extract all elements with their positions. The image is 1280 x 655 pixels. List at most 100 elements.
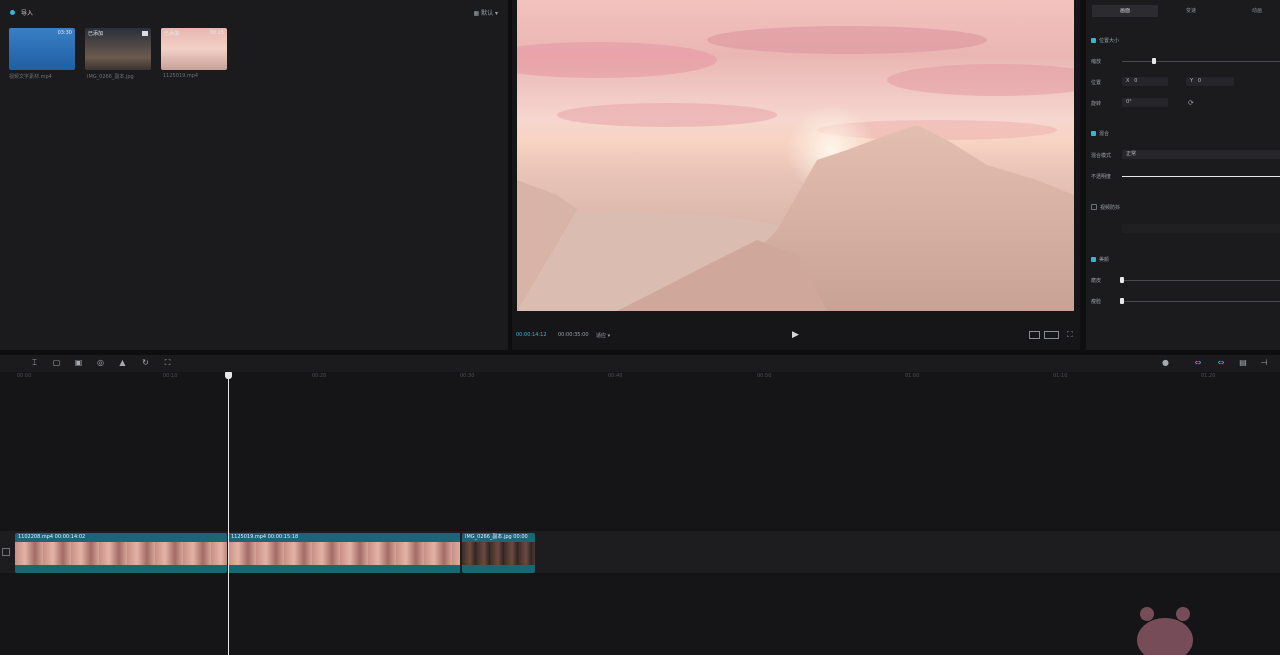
ratio-label: 适应 [596, 333, 607, 339]
thumb-name: 1125019.mp4 [163, 73, 199, 79]
clip-audio [228, 565, 460, 573]
smooth-slider[interactable] [1122, 280, 1280, 281]
thumb-name: IMG_0266_副本.jpg [87, 74, 134, 80]
thin-knob[interactable] [1120, 298, 1124, 304]
section-size[interactable]: 位置大小 [1091, 37, 1119, 44]
snapshot-icon[interactable] [1029, 331, 1040, 339]
mic-icon[interactable]: ● [1161, 358, 1170, 367]
thin-slider[interactable] [1122, 301, 1280, 302]
ruler-tick: 01:20 [1201, 373, 1216, 379]
checkbox-icon [1091, 131, 1096, 136]
mountain-scene [517, 26, 1074, 311]
clip-label: 1125019.mp4 00:00:15:18 [228, 533, 460, 542]
section-adjust-label: 美颜 [1099, 257, 1110, 263]
media-panel: 导入 ▦ 默认 ▾ 03:30 视频文字素材.mp4 已添加 IMG_0266_… [0, 0, 508, 350]
sort-dropdown[interactable]: ▦ 默认 ▾ [473, 8, 498, 17]
checkbox-icon [1091, 38, 1096, 43]
thumb-tag: 已添加 [88, 31, 104, 37]
ratio-dropdown[interactable]: 适应 ▾ [596, 332, 610, 339]
blend-mode-label: 混合模式 [1091, 153, 1112, 159]
rotate-field[interactable]: 0° [1122, 98, 1168, 107]
checkbox-icon [1091, 257, 1096, 262]
rotate-icon[interactable]: ⟳ [1188, 99, 1194, 107]
ruler-tick: 00:10 [163, 373, 178, 379]
link-icon[interactable]: ⇔ [1214, 358, 1228, 367]
mascot-watermark [1137, 607, 1193, 655]
ratio-icon[interactable] [1044, 331, 1059, 339]
image-icon [142, 31, 148, 36]
mirror-icon[interactable]: ▲ [118, 358, 127, 367]
import-button[interactable]: 导入 [10, 8, 33, 17]
ruler-tick: 00:00 [17, 373, 32, 379]
tab-speed[interactable]: 变速 [1158, 5, 1224, 17]
timeline-ruler[interactable] [0, 372, 1280, 382]
section-stabilize[interactable]: 视频防抖 [1091, 204, 1120, 211]
ruler-tick: 00:20 [312, 373, 327, 379]
blend-mode-select[interactable]: 正常 [1122, 150, 1280, 159]
inspector-panel [1086, 0, 1280, 350]
smooth-knob[interactable] [1120, 277, 1124, 283]
ruler-tick: 01:10 [1053, 373, 1068, 379]
pos-y-axis: Y [1190, 78, 1194, 84]
reverse-icon[interactable]: ◎ [96, 358, 105, 367]
media-thumb-3[interactable]: 已添加 00:15 [161, 28, 227, 70]
section-blend-label: 混合 [1099, 131, 1110, 137]
scale-knob[interactable] [1151, 58, 1156, 64]
timeline-clip-1[interactable]: 1102208.mp4 00:00:14:02 [15, 533, 227, 573]
pos-y-field[interactable]: Y 0 [1186, 77, 1234, 86]
timeline-clip-2[interactable]: 1125019.mp4 00:00:15:18 [228, 533, 460, 573]
media-thumb-2[interactable]: 已添加 [85, 28, 151, 70]
track-area[interactable] [0, 382, 1280, 655]
split-icon[interactable]: ⌶ [30, 358, 39, 367]
delete-icon[interactable]: ▢ [52, 358, 61, 367]
clip-label: IMG_0266_副本.jpg 00:00 [462, 533, 535, 542]
clip-label: 1102208.mp4 00:00:14:02 [15, 533, 227, 542]
timeline-toolbar [0, 355, 1280, 372]
media-thumb-1[interactable]: 03:30 [9, 28, 75, 70]
clip-audio [15, 565, 227, 573]
crop-icon[interactable]: ⛶ [163, 358, 172, 367]
tab-animation[interactable]: 动画 [1224, 5, 1280, 17]
tab-picture[interactable]: 画面 [1092, 5, 1158, 17]
fullscreen-icon[interactable]: ⛶ [1067, 330, 1073, 340]
pos-x-value: 0 [1134, 78, 1138, 84]
stabilize-select [1122, 224, 1280, 233]
preview-viewer[interactable] [517, 0, 1074, 311]
position-label: 位置 [1091, 80, 1102, 86]
sort-label: 默认 [481, 10, 494, 17]
thumb-name: 视频文字素材.mp4 [9, 74, 52, 80]
section-stabilize-label: 视频防抖 [1100, 205, 1121, 211]
timeline-clip-3[interactable]: IMG_0266_副本.jpg 00:00 [462, 533, 535, 573]
play-icon[interactable]: ▶ [792, 330, 799, 340]
current-time: 00:00:14:12 [516, 332, 547, 338]
thin-label: 瘦脸 [1091, 299, 1102, 305]
preview-axis-icon[interactable]: ▤ [1237, 358, 1249, 367]
thumb-tag: 已添加 [164, 31, 180, 37]
freeze-icon[interactable]: ▣ [74, 358, 83, 367]
snap-icon[interactable]: ⇔ [1191, 358, 1205, 367]
rotate-tool-icon[interactable]: ↻ [141, 358, 150, 367]
zoom-icon[interactable]: ⊣ [1258, 358, 1270, 367]
smooth-label: 磨皮 [1091, 278, 1102, 284]
checkbox-icon [1091, 204, 1097, 210]
import-label: 导入 [21, 10, 34, 17]
ruler-tick: 00:30 [460, 373, 475, 379]
thumb-duration: 03:30 [57, 30, 72, 36]
playhead[interactable] [228, 372, 229, 655]
opacity-fill [1122, 176, 1280, 177]
scale-slider[interactable] [1122, 61, 1280, 62]
playhead-handle[interactable] [225, 372, 232, 379]
rotate-label: 旋转 [1091, 101, 1102, 107]
section-adjust[interactable]: 美颜 [1091, 256, 1109, 263]
pos-x-axis: X [1126, 78, 1130, 84]
ruler-tick: 00:40 [608, 373, 623, 379]
clip-audio [462, 565, 535, 573]
thumb-duration: 00:15 [209, 30, 224, 36]
pos-x-field[interactable]: X 0 [1122, 77, 1168, 86]
track-lock-icon[interactable] [2, 548, 10, 556]
clip-frames [228, 542, 460, 565]
import-icon [10, 10, 15, 15]
ruler-tick: 01:00 [905, 373, 920, 379]
section-blend[interactable]: 混合 [1091, 130, 1109, 137]
pos-y-value: 0 [1197, 78, 1202, 84]
